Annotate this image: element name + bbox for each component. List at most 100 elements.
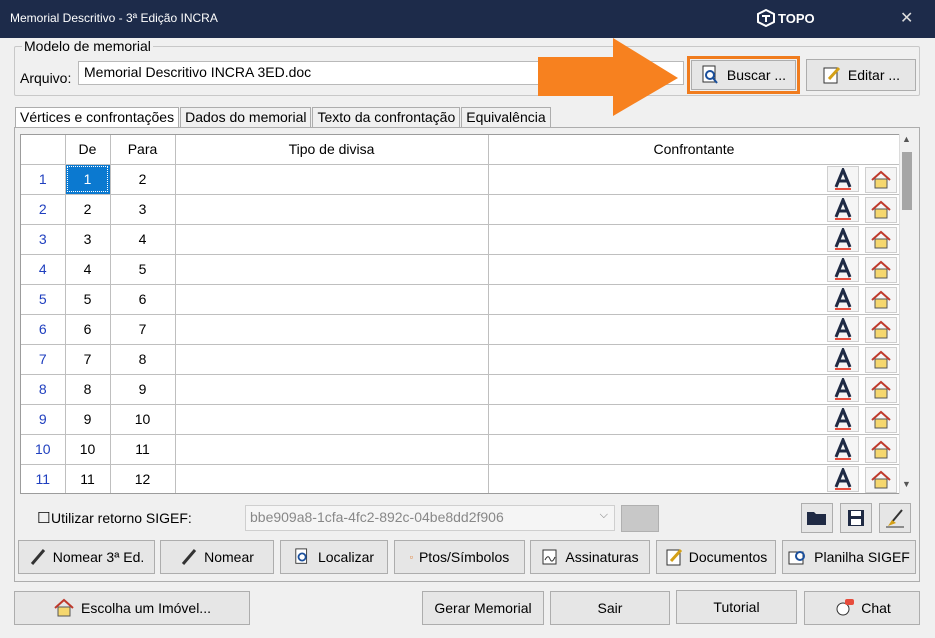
cell-para[interactable]: 3 bbox=[110, 194, 176, 225]
localizar-button[interactable]: Localizar bbox=[280, 540, 388, 574]
table-row[interactable]: 9 9 10 bbox=[21, 404, 901, 435]
cell-confrontante[interactable] bbox=[488, 434, 901, 465]
cell-tipo[interactable] bbox=[175, 344, 489, 375]
table-row[interactable]: 667 bbox=[21, 314, 901, 345]
cell-tipo[interactable] bbox=[175, 404, 489, 435]
editar-button[interactable]: Editar ... bbox=[806, 59, 916, 91]
row-number[interactable]: 5 bbox=[21, 284, 66, 315]
table-row[interactable]: 223 bbox=[21, 194, 901, 225]
font-a-icon[interactable] bbox=[826, 285, 859, 312]
table-row[interactable]: 889 bbox=[21, 374, 901, 405]
cell-de[interactable]: 9 bbox=[65, 404, 111, 435]
cell-tipo[interactable] bbox=[175, 374, 489, 405]
cell-de[interactable]: 3 bbox=[65, 224, 111, 255]
tab-dados[interactable]: Dados do memorial bbox=[180, 107, 312, 127]
cell-para[interactable]: 12 bbox=[110, 464, 176, 493]
cell-de[interactable]: 1 bbox=[65, 164, 111, 195]
ptos-button[interactable]: ▫ Ptos/Símbolos bbox=[394, 540, 525, 574]
gerar-button[interactable]: Gerar Memorial bbox=[422, 591, 544, 625]
sair-button[interactable]: Sair bbox=[550, 591, 670, 625]
cell-confrontante[interactable] bbox=[488, 164, 901, 195]
row-number[interactable]: 8 bbox=[21, 374, 66, 405]
table-row[interactable]: 556 bbox=[21, 284, 901, 315]
assinaturas-button[interactable]: Assinaturas bbox=[530, 540, 650, 574]
cell-tipo[interactable] bbox=[175, 434, 489, 465]
cell-confrontante[interactable] bbox=[488, 254, 901, 285]
table-row[interactable]: 11 11 12 bbox=[21, 464, 901, 493]
house-icon[interactable] bbox=[864, 466, 897, 493]
row-number[interactable]: 9 bbox=[21, 404, 66, 435]
row-number[interactable]: 2 bbox=[21, 194, 66, 225]
scroll-up-icon[interactable]: ▲ bbox=[902, 134, 911, 144]
row-number[interactable]: 11 bbox=[21, 464, 66, 493]
font-a-icon[interactable] bbox=[826, 195, 859, 222]
house-icon[interactable] bbox=[864, 406, 897, 433]
font-a-icon[interactable] bbox=[826, 465, 859, 492]
close-button[interactable]: ✕ bbox=[900, 8, 913, 28]
house-icon[interactable] bbox=[864, 286, 897, 313]
cell-para[interactable]: 8 bbox=[110, 344, 176, 375]
cell-para[interactable]: 9 bbox=[110, 374, 176, 405]
nomear-button[interactable]: Nomear bbox=[160, 540, 274, 574]
row-number[interactable]: 7 bbox=[21, 344, 66, 375]
cell-para[interactable]: 11 bbox=[110, 434, 176, 465]
row-number[interactable]: 4 bbox=[21, 254, 66, 285]
sigef-color-box[interactable] bbox=[621, 505, 659, 532]
house-icon[interactable] bbox=[864, 316, 897, 343]
sigef-combo[interactable]: bbe909a8-1cfa-4fc2-892c-04be8dd2f906 ⌵ bbox=[245, 505, 615, 531]
cell-de[interactable]: 11 bbox=[65, 464, 111, 493]
cell-confrontante[interactable] bbox=[488, 314, 901, 345]
cell-tipo[interactable] bbox=[175, 464, 489, 493]
clear-button[interactable] bbox=[879, 503, 911, 533]
cell-tipo[interactable] bbox=[175, 284, 489, 315]
cell-confrontante[interactable] bbox=[488, 344, 901, 375]
cell-tipo[interactable] bbox=[175, 194, 489, 225]
cell-para[interactable]: 2 bbox=[110, 164, 176, 195]
tab-texto[interactable]: Texto da confrontação bbox=[312, 107, 461, 127]
house-icon[interactable] bbox=[864, 256, 897, 283]
scroll-thumb[interactable] bbox=[902, 152, 912, 210]
font-a-icon[interactable] bbox=[826, 165, 859, 192]
table-row[interactable]: 334 bbox=[21, 224, 901, 255]
cell-confrontante[interactable] bbox=[488, 284, 901, 315]
table-row[interactable]: 10 10 11 bbox=[21, 434, 901, 465]
cell-confrontante[interactable] bbox=[488, 404, 901, 435]
house-icon[interactable] bbox=[864, 436, 897, 463]
planilha-button[interactable]: Planilha SIGEF bbox=[782, 540, 916, 574]
cell-de[interactable]: 6 bbox=[65, 314, 111, 345]
grid-scrollbar[interactable]: ▲ ▼ bbox=[899, 134, 913, 494]
tab-equivalencia[interactable]: Equivalência bbox=[461, 107, 551, 127]
house-icon[interactable] bbox=[864, 196, 897, 223]
cell-para[interactable]: 6 bbox=[110, 284, 176, 315]
house-icon[interactable] bbox=[864, 166, 897, 193]
house-icon[interactable] bbox=[864, 226, 897, 253]
save-button[interactable] bbox=[840, 503, 872, 533]
font-a-icon[interactable] bbox=[826, 345, 859, 372]
row-number[interactable]: 1 bbox=[21, 164, 66, 195]
table-row[interactable]: 778 bbox=[21, 344, 901, 375]
font-a-icon[interactable] bbox=[826, 375, 859, 402]
open-folder-button[interactable] bbox=[801, 503, 833, 533]
cell-para[interactable]: 5 bbox=[110, 254, 176, 285]
nomear3-button[interactable]: Nomear 3ª Ed. bbox=[18, 540, 155, 574]
imovel-button[interactable]: Escolha um Imóvel... bbox=[14, 591, 250, 625]
table-row[interactable]: 445 bbox=[21, 254, 901, 285]
font-a-icon[interactable] bbox=[826, 435, 859, 462]
cell-confrontante[interactable] bbox=[488, 194, 901, 225]
cell-de[interactable]: 8 bbox=[65, 374, 111, 405]
cell-de[interactable]: 4 bbox=[65, 254, 111, 285]
house-icon[interactable] bbox=[864, 346, 897, 373]
row-number[interactable]: 10 bbox=[21, 434, 66, 465]
cell-para[interactable]: 7 bbox=[110, 314, 176, 345]
chat-button[interactable]: Chat bbox=[804, 591, 920, 625]
house-icon[interactable] bbox=[864, 376, 897, 403]
cell-de[interactable]: 7 bbox=[65, 344, 111, 375]
tab-vertices[interactable]: Vértices e confrontações bbox=[15, 107, 180, 128]
font-a-icon[interactable] bbox=[826, 255, 859, 282]
row-number[interactable]: 6 bbox=[21, 314, 66, 345]
cell-tipo[interactable] bbox=[175, 224, 489, 255]
row-number[interactable]: 3 bbox=[21, 224, 66, 255]
scroll-down-icon[interactable]: ▼ bbox=[902, 479, 911, 489]
table-row[interactable]: 112 bbox=[21, 164, 901, 195]
font-a-icon[interactable] bbox=[826, 405, 859, 432]
